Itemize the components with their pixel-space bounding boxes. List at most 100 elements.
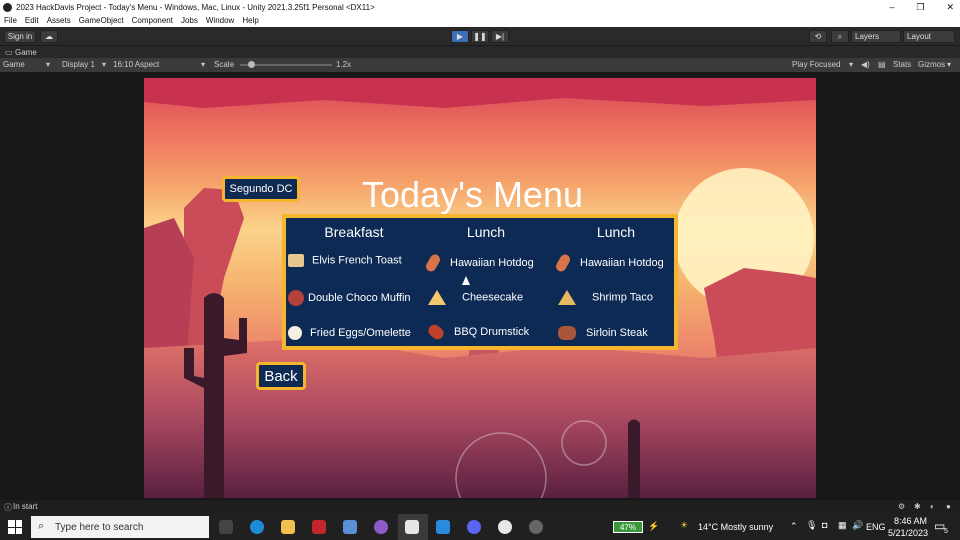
chevron-down-icon: ▾ — [102, 60, 107, 69]
app-icon[interactable] — [343, 520, 357, 534]
notification-icon[interactable]: ● — [946, 502, 951, 511]
toast-icon — [288, 254, 304, 267]
menu-jobs[interactable]: Jobs — [181, 16, 198, 25]
tray-app-icon[interactable]: ◘ — [822, 520, 827, 530]
cheesecake-icon — [428, 290, 446, 305]
list-item: Shrimp Taco — [558, 290, 653, 305]
plug-icon: ⚡ — [648, 521, 660, 531]
menu-gameobject[interactable]: GameObject — [79, 16, 124, 25]
windows-taskbar: ⌕ Type here to search 47% ⚡ ☀ 14°C Mostl… — [0, 514, 960, 540]
menu-window[interactable]: Window — [206, 16, 234, 25]
list-item: Hawaiian Hotdog — [424, 252, 534, 274]
progress-icon[interactable]: ◐ — [930, 502, 935, 511]
menu-item-label: BBQ Drumstick — [454, 326, 530, 338]
discord-icon[interactable] — [467, 520, 481, 534]
mute-audio-icon[interactable]: ◀) — [861, 60, 870, 69]
steak-icon — [558, 326, 576, 340]
game-view-icon: ▭ — [5, 48, 13, 57]
search-icon: ⌕ — [38, 520, 45, 532]
display-dropdown[interactable]: Display 1 — [62, 60, 95, 69]
unity-taskbar-icon[interactable] — [405, 520, 419, 534]
notification-count: 5 — [944, 528, 948, 535]
column-heading-lunch-2: Lunch — [596, 224, 636, 240]
taskbar-search-input[interactable]: ⌕ Type here to search — [31, 516, 209, 538]
back-button[interactable]: Back — [256, 362, 306, 390]
history-icon[interactable]: ⟲ — [809, 30, 827, 43]
file-explorer-icon[interactable] — [281, 520, 295, 534]
search-placeholder: Type here to search — [55, 521, 144, 533]
chrome-icon[interactable] — [529, 520, 543, 534]
bug-icon[interactable]: ✱ — [914, 502, 921, 511]
debug-icon[interactable]: ⚙ — [898, 502, 905, 511]
mcafee-icon[interactable] — [312, 520, 326, 534]
list-item: Sirloin Steak — [558, 326, 648, 340]
weather-text[interactable]: 14°C Mostly sunny — [698, 522, 773, 532]
unity-logo-icon — [3, 2, 12, 12]
menu-title: Today's Menu — [362, 174, 583, 215]
hotdog-icon — [554, 252, 572, 274]
menu-item-label: Shrimp Taco — [592, 291, 653, 304]
microphone-icon[interactable]: 🎙 — [806, 520, 817, 531]
muffin-icon — [288, 290, 304, 306]
taco-icon — [558, 290, 576, 305]
scale-value: 1.2x — [336, 60, 352, 69]
editor-status-bar: ⓘ In start ⚙ ✱ ◐ ● — [0, 500, 960, 514]
play-focused-dropdown[interactable]: Play Focused — [792, 60, 840, 69]
battery-percent: 47% — [619, 522, 636, 532]
chevron-down-icon: ▾ — [46, 60, 51, 69]
aspect-dropdown[interactable]: 16:10 Aspect — [113, 60, 159, 69]
edge-browser-icon[interactable] — [250, 520, 264, 534]
menu-component[interactable]: Component — [132, 16, 173, 25]
game-scene[interactable]: Today's Menu Segundo DC Back Breakfast L… — [144, 78, 816, 498]
menu-file[interactable]: File — [4, 16, 17, 25]
scale-label: Scale — [214, 60, 235, 69]
menu-item-label: Hawaiian Hotdog — [580, 256, 664, 269]
cloud-icon[interactable]: ☁ — [40, 30, 58, 43]
scale-slider-handle[interactable] — [248, 61, 255, 68]
menu-help[interactable]: Help — [242, 16, 258, 25]
gizmos-button[interactable]: Gizmos — [918, 60, 945, 69]
obs-icon[interactable] — [374, 520, 388, 534]
stats-button[interactable]: Stats — [893, 60, 911, 69]
media-player-icon[interactable] — [498, 520, 512, 534]
main-toolbar: Sign in ☁ ▶ ❚❚ ▶| ⟲ ⌕ Layers Layout — [0, 27, 960, 46]
status-text: In start — [13, 502, 38, 511]
vscode-icon[interactable] — [436, 520, 450, 534]
language-indicator[interactable]: ENG — [866, 522, 886, 532]
step-button[interactable]: ▶| — [491, 30, 509, 43]
clock-time[interactable]: 8:46 AM — [894, 516, 927, 526]
layers-dropdown[interactable]: Layers — [851, 30, 901, 43]
chevron-down-icon: ▾ — [849, 60, 854, 69]
location-button[interactable]: Segundo DC — [222, 176, 300, 202]
column-heading-lunch: Lunch — [466, 224, 506, 240]
pause-button[interactable]: ❚❚ — [471, 30, 489, 43]
menu-item-label: Fried Eggs/Omelette — [310, 326, 411, 339]
game-viewport: Today's Menu Segundo DC Back Breakfast L… — [0, 72, 960, 500]
game-mode-dropdown[interactable]: Game — [3, 60, 25, 69]
menu-edit[interactable]: Edit — [25, 16, 39, 25]
menu-panel: Breakfast Lunch Lunch Elvis French Toast… — [282, 214, 678, 350]
tab-game[interactable]: Game — [15, 48, 37, 57]
layout-dropdown[interactable]: Layout — [903, 30, 955, 43]
list-item: Cheesecake — [428, 290, 523, 305]
windows-start-icon[interactable] — [8, 520, 22, 534]
weather-sun-icon: ☀ — [680, 520, 689, 530]
task-view-icon[interactable] — [219, 520, 233, 534]
mouse-cursor-icon — [462, 276, 470, 285]
list-item: Elvis French Toast — [288, 254, 402, 267]
sign-in-button[interactable]: Sign in — [4, 30, 36, 43]
minimize-button[interactable]: – — [889, 2, 894, 12]
battery-indicator[interactable]: 47% — [613, 521, 643, 533]
network-icon[interactable]: ▦ — [838, 520, 847, 531]
maximize-button[interactable]: ❐ — [916, 2, 924, 13]
list-item: Hawaiian Hotdog — [554, 252, 664, 274]
play-button[interactable]: ▶ — [451, 30, 469, 43]
search-icon[interactable]: ⌕ — [831, 30, 849, 43]
window-title: 2023 HackDavis Project - Today's Menu - … — [16, 2, 375, 12]
clock-date[interactable]: 5/21/2023 — [888, 528, 928, 538]
volume-icon[interactable]: 🔊 — [852, 520, 863, 531]
close-button[interactable]: ✕ — [946, 2, 954, 13]
chevron-down-icon: ▾ — [201, 60, 206, 69]
chevron-up-icon[interactable]: ⌃ — [790, 521, 798, 532]
menu-assets[interactable]: Assets — [47, 16, 71, 25]
